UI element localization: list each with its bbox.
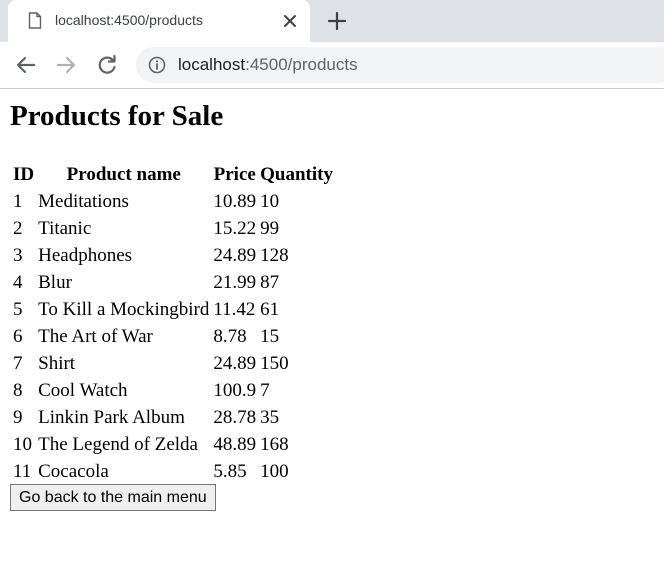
table-row: 11 Cocacola 5.85 100 (12, 459, 334, 484)
address-bar[interactable]: localhost:4500/products (136, 47, 664, 83)
product-id: 2 (13, 218, 23, 239)
product-quantity: 168 (260, 434, 289, 455)
product-price: 100.9 (213, 380, 257, 401)
product-quantity: 150 (260, 353, 289, 374)
arrow-right-icon[interactable] (53, 52, 79, 78)
product-id: 7 (13, 353, 23, 374)
table-row: 2 Titanic 15.22 99 (12, 216, 334, 241)
page-icon (28, 12, 42, 29)
table-row: 7 Shirt 24.89 150 (12, 351, 334, 376)
product-id: 1 (13, 191, 23, 212)
product-price: 8.78 (213, 326, 247, 347)
product-id: 10 (13, 434, 32, 455)
product-name: The Art of War (38, 326, 153, 347)
product-price: 24.89 (213, 245, 257, 266)
column-header-price: Price (213, 164, 256, 185)
url-path: :4500/products (245, 55, 358, 74)
product-id: 4 (13, 272, 23, 293)
product-price: 24.89 (213, 353, 257, 374)
info-icon[interactable] (148, 56, 166, 74)
table-row: 5 To Kill a Mockingbird 11.42 61 (12, 297, 334, 322)
browser-toolbar: localhost:4500/products (0, 42, 664, 89)
product-name: Cool Watch (38, 380, 128, 401)
table-row: 10 The Legend of Zelda 48.89 168 (12, 432, 334, 457)
reload-icon[interactable] (94, 52, 120, 78)
product-name: The Legend of Zelda (38, 434, 198, 455)
product-quantity: 61 (260, 299, 280, 320)
product-id: 6 (13, 326, 23, 347)
arrow-left-icon[interactable] (13, 52, 39, 78)
browser-tab-strip: localhost:4500/products (0, 0, 664, 42)
product-quantity: 99 (260, 218, 280, 239)
column-header-id: ID (13, 164, 35, 185)
product-price: 48.89 (213, 434, 257, 455)
product-name: Titanic (38, 218, 92, 239)
product-quantity: 15 (260, 326, 280, 347)
page-title: Products for Sale (10, 100, 224, 132)
product-name: To Kill a Mockingbird (38, 299, 210, 320)
close-icon[interactable] (282, 13, 298, 29)
products-table-body: 1 Meditations 10.89 10 2 Titanic 15.22 99 3 Headp… (12, 189, 334, 484)
product-name: Cocacola (38, 461, 109, 482)
product-name: Linkin Park Album (38, 407, 185, 428)
product-quantity: 7 (260, 380, 270, 401)
product-quantity: 87 (260, 272, 280, 293)
back-to-main-menu-button[interactable]: Go back to the main menu (10, 484, 216, 511)
product-id: 3 (13, 245, 23, 266)
table-row: 1 Meditations 10.89 10 (12, 189, 334, 214)
product-quantity: 100 (260, 461, 289, 482)
tab-title: localhost:4500/products (55, 12, 203, 28)
table-row: 6 The Art of War 8.78 15 (12, 324, 334, 349)
product-name: Blur (38, 272, 72, 293)
table-row: 8 Cool Watch 100.9 7 (12, 378, 334, 403)
table-row: 3 Headphones 24.89 128 (12, 243, 334, 268)
product-id: 5 (13, 299, 23, 320)
browser-tab[interactable]: localhost:4500/products (8, 0, 310, 42)
product-quantity: 128 (260, 245, 289, 266)
product-id: 11 (13, 461, 32, 482)
table-row: 4 Blur 21.99 87 (12, 270, 334, 295)
product-price: 21.99 (213, 272, 257, 293)
product-name: Meditations (38, 191, 129, 212)
product-price: 5.85 (213, 461, 247, 482)
product-name: Shirt (38, 353, 76, 374)
table-row: 9 Linkin Park Album 28.78 35 (12, 405, 334, 430)
table-header-row: ID Product name Price Quantity (12, 162, 334, 187)
products-table: ID Product name Price Quantity 1 Meditati… (10, 160, 336, 486)
product-name: Headphones (38, 245, 133, 266)
product-quantity: 10 (260, 191, 280, 212)
url-host: localhost (178, 55, 246, 74)
product-quantity: 35 (260, 407, 280, 428)
column-header-quantity: Quantity (260, 164, 333, 185)
product-price: 10.89 (213, 191, 257, 212)
product-id: 8 (13, 380, 23, 401)
product-price: 28.78 (213, 407, 257, 428)
product-price: 11.42 (213, 299, 256, 320)
column-header-product-name: Product name (66, 164, 181, 185)
url-text[interactable]: localhost:4500/products (178, 55, 358, 75)
product-price: 15.22 (213, 218, 257, 239)
product-id: 9 (13, 407, 23, 428)
plus-icon[interactable] (326, 10, 348, 32)
